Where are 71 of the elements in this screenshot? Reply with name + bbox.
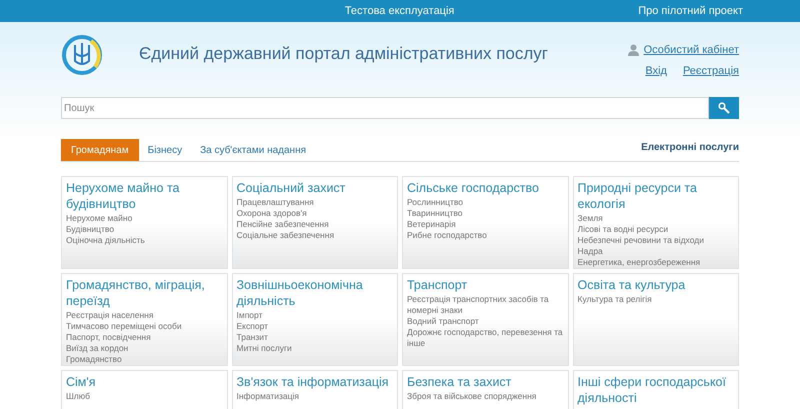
category-title[interactable]: Сім'я — [66, 374, 222, 390]
category-title[interactable]: Соціальний захист — [236, 180, 393, 196]
test-mode-link[interactable]: Тестова експлуатація — [344, 2, 454, 20]
category-title[interactable]: Сільське господарство — [407, 180, 564, 196]
category-link[interactable]: Зброя та військове спорядження — [407, 391, 564, 402]
category-link[interactable]: Соціальне забезпечення — [236, 230, 393, 241]
category-card[interactable]: Безпека та захист Зброя та військове спорядження — [402, 370, 568, 409]
category-title[interactable]: Природні ресурси та екологія — [578, 180, 734, 212]
category-link[interactable]: Енергетика, енергозбереження — [578, 257, 734, 268]
category-link[interactable]: Небезпечні речовини та відходи — [578, 235, 734, 246]
category-link[interactable]: Тваринництво — [407, 208, 564, 219]
category-title[interactable]: Безпека та захист — [407, 374, 564, 390]
category-link[interactable]: Рослинництво — [407, 197, 564, 208]
category-card[interactable]: Транспорт Реєстрація транспортних засобів та номерні знаки Водний транспорт Дорожнє господарство, перевезення та інше — [402, 273, 568, 366]
category-link[interactable]: Будівництво — [66, 224, 222, 235]
category-link[interactable]: Пенсійне забезпечення — [236, 219, 393, 230]
category-link[interactable]: Реєстрація населення — [66, 310, 222, 321]
category-link[interactable]: Реєстрація транспортних засобів та номерні знаки — [407, 294, 564, 316]
category-card[interactable]: Інші сфери господарської діяльності — [572, 370, 739, 409]
register-link[interactable]: Реєстрація — [682, 62, 739, 79]
category-link[interactable]: Лісові та водні ресурси — [578, 224, 734, 235]
category-link[interactable]: Громадянство — [66, 354, 222, 365]
category-link[interactable]: Нерухоме майно — [66, 213, 222, 224]
category-link[interactable]: Імпорт — [236, 310, 393, 321]
category-link[interactable]: Земля — [578, 213, 734, 224]
category-title[interactable]: Транспорт — [407, 277, 564, 293]
category-title[interactable]: Зовнішньоекономічна діяльність — [236, 277, 393, 309]
category-card[interactable]: Громадянство, міграція, переїзд Реєстрація населення Тимчасово переміщені особи Паспорт, посвідчення Виїзд за кордон Громадянство — [61, 273, 228, 366]
category-title[interactable]: Громадянство, міграція, переїзд — [66, 277, 222, 309]
tab[interactable]: Громадянам — [61, 139, 139, 161]
user-icon — [628, 44, 639, 56]
category-card[interactable]: Сім'я Шлюб — [61, 370, 228, 409]
category-link[interactable]: Культура та релігія — [578, 294, 734, 305]
category-link[interactable]: Шлюб — [66, 391, 222, 402]
category-title[interactable]: Освіта та культура — [578, 277, 734, 293]
category-card[interactable]: Зв'язок та інформатизація Інформатизація — [232, 370, 398, 409]
category-link[interactable]: Ветеринарія — [407, 219, 564, 230]
search-button[interactable] — [709, 97, 739, 119]
category-link[interactable]: Паспорт, посвідчення — [66, 332, 222, 343]
category-link[interactable]: Надра — [578, 246, 734, 257]
category-title[interactable]: Зв'язок та інформатизація — [236, 374, 393, 390]
category-card[interactable]: Нерухоме майно та будівництво Нерухоме майно Будівництво Оціночна діяльність — [61, 176, 228, 269]
category-link[interactable]: Водний транспорт — [407, 316, 564, 327]
pilot-project-link[interactable]: Про пілотний проект — [638, 2, 743, 20]
category-card[interactable]: Природні ресурси та екологія Земля Лісові та водні ресурси Небезпечні речовини та відходи Надра Енергетика, енергозбереження — [572, 176, 739, 269]
category-link[interactable]: Працевлаштування — [236, 197, 393, 208]
category-link[interactable]: Інформатизація — [236, 391, 393, 402]
category-link[interactable]: Рибне господарство — [407, 230, 564, 241]
category-link[interactable]: Тимчасово переміщені особи — [66, 321, 222, 332]
category-card[interactable]: Сільське господарство Рослинництво Тваринництво Ветеринарія Рибне господарство — [402, 176, 568, 269]
category-link[interactable]: Оціночна діяльність — [66, 235, 222, 246]
category-title[interactable]: Нерухоме майно та будівництво — [66, 180, 222, 212]
search-field[interactable]: Пошук — [61, 97, 709, 119]
login-link[interactable]: Вхід — [645, 62, 667, 79]
category-card[interactable]: Зовнішньоекономічна діяльність Імпорт Експорт Транзит Митні послуги — [232, 273, 398, 366]
category-link[interactable]: Митні послуги — [236, 343, 393, 354]
account-link[interactable]: Особистий кабінет — [644, 42, 739, 58]
electronic-services-link[interactable]: Електронні послуги — [641, 140, 739, 155]
category-link[interactable]: Виїзд за кордон — [66, 343, 222, 354]
portal-title: Єдиний державний портал адміністративних послуг — [139, 43, 548, 65]
category-link[interactable]: Транзит — [236, 332, 393, 343]
category-link[interactable]: Охорона здоров'я — [236, 208, 393, 219]
category-link[interactable]: Дорожнє господарство, перевезення та інше — [407, 327, 564, 349]
category-card[interactable]: Освіта та культура Культура та релігія — [572, 273, 739, 366]
tab[interactable]: Бізнесу — [138, 139, 192, 161]
trident-emblem-icon — [61, 33, 103, 77]
search-icon — [718, 102, 730, 114]
category-title[interactable]: Інші сфери господарської діяльності — [578, 374, 734, 406]
category-link[interactable]: Експорт — [236, 321, 393, 332]
category-card[interactable]: Соціальний захист Працевлаштування Охорона здоров'я Пенсійне забезпечення Соціальне забезпечення — [232, 176, 398, 269]
tab[interactable]: За суб'єктами надання — [191, 139, 316, 161]
